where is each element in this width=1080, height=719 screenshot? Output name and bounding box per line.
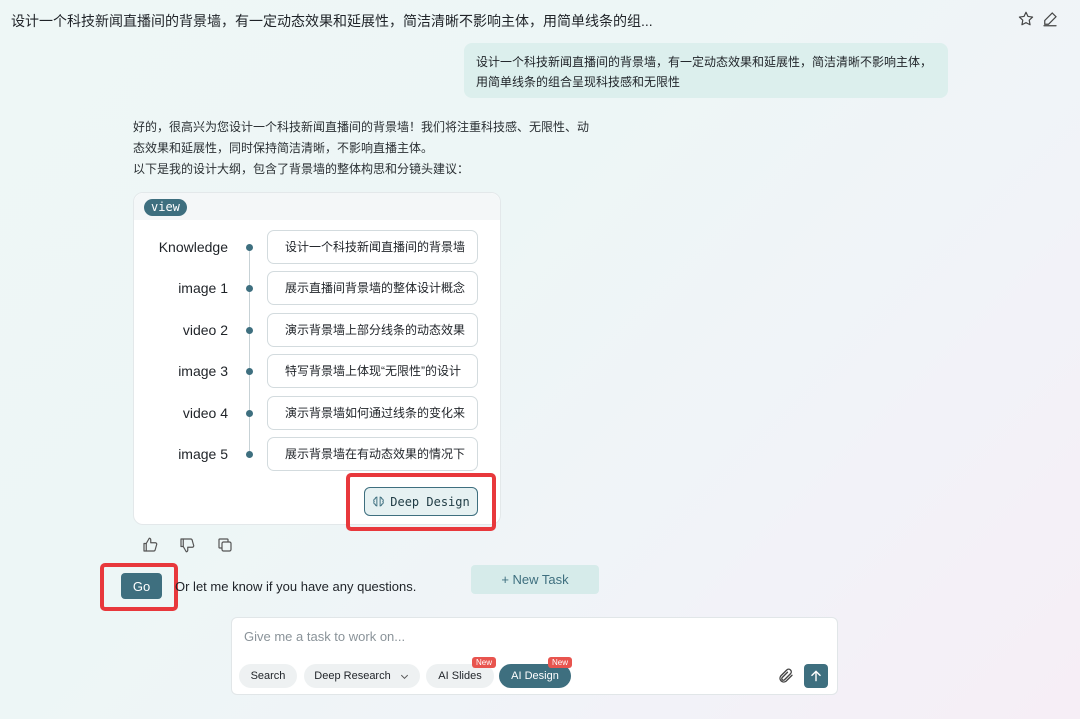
assistant-message-line: 好的，很高兴为您设计一个科技新闻直播间的背景墙！我们将注重科技感、无限性、动 (133, 120, 590, 134)
thumbs-down-icon[interactable] (178, 536, 196, 554)
star-icon[interactable] (1017, 10, 1035, 28)
ai-slides-tool-button[interactable]: AI Slides New (426, 657, 497, 688)
outline-row-video-2: video 2 演示背景墙上部分线条的动态效果 (134, 313, 500, 347)
outline-row-image-3: image 3 特写背景墙上体现“无限性”的设计 (134, 354, 500, 388)
thumbs-up-icon[interactable] (141, 536, 159, 554)
assistant-message: 好的，很高兴为您设计一个科技新闻直播间的背景墙！我们将注重科技感、无限性、动 态… (133, 117, 603, 180)
outline-row-knowledge: Knowledge 设计一个科技新闻直播间的背景墙 (134, 230, 500, 264)
outline-row-image-5: image 5 展示背景墙在有动态效果的情况下 (134, 437, 500, 471)
search-tool-button[interactable]: Search (239, 664, 297, 688)
ai-design-tool-button[interactable]: AI Design New (499, 657, 573, 688)
timeline-dot (246, 368, 253, 375)
user-message-line: 设计一个科技新闻直播间的背景墙，有一定动态效果和延展性，简洁清晰不影响主体， (476, 55, 933, 69)
search-tool-label: Search (250, 670, 286, 682)
outline-row-label: image 5 (178, 446, 228, 462)
outline-row-text[interactable]: 特写背景墙上体现“无限性”的设计 (267, 354, 478, 388)
go-button[interactable]: Go (121, 573, 162, 599)
ai-design-tool-label: AI Design (511, 670, 559, 682)
edit-icon[interactable] (1041, 10, 1059, 28)
send-button[interactable] (804, 664, 828, 688)
outline-row-text[interactable]: 展示直播间背景墙的整体设计概念 (267, 271, 478, 305)
assistant-message-line: 以下是我的设计大纲，包含了背景墙的整体构思和分镜头建议： (133, 162, 470, 176)
new-task-button[interactable]: + New Task (471, 565, 599, 594)
outline-row-text[interactable]: 演示背景墙上部分线条的动态效果 (267, 313, 478, 347)
timeline-dot (246, 451, 253, 458)
chevron-down-icon[interactable] (399, 671, 410, 682)
view-card-header: view (134, 193, 500, 220)
outline-row-label: video 2 (182, 322, 228, 338)
outline-row-text[interactable]: 展示背景墙在有动态效果的情况下 (267, 437, 478, 471)
new-badge: New (548, 657, 573, 668)
top-bar: 设计一个科技新闻直播间的背景墙，有一定动态效果和延展性，简洁清晰不影响主体，用简… (0, 0, 1080, 38)
user-message-line: 用简单线条的组合呈现科技感和无限性 (476, 75, 681, 89)
outline-row-image-1: image 1 展示直播间背景墙的整体设计概念 (134, 271, 500, 305)
timeline-dot (246, 244, 253, 251)
view-outline-card: view Knowledge 设计一个科技新闻直播间的背景墙 image 1 展… (133, 192, 501, 525)
outline-row-label: Knowledge (158, 239, 228, 255)
timeline-dot (246, 327, 253, 334)
outline-row-label: image 3 (178, 363, 228, 379)
ai-slides-tool-label: AI Slides (438, 670, 482, 682)
task-input[interactable] (244, 626, 804, 646)
go-hint-text: Or let me know if you have any questions… (175, 579, 417, 594)
outline-row-video-4: video 4 演示背景墙如何通过线条的变化来 (134, 396, 500, 430)
view-tag: view (144, 199, 187, 216)
deep-research-tool-label: Deep Research (314, 670, 391, 682)
arrow-up-icon (811, 670, 821, 682)
deep-research-tool-button[interactable]: Deep Research (304, 664, 420, 688)
timeline-dot (246, 410, 253, 417)
outline-row-label: image 1 (178, 280, 228, 296)
task-composer: Search Deep Research AI Slides New AI De… (231, 617, 838, 695)
deep-design-button[interactable]: Deep Design (364, 487, 478, 516)
outline-row-label: video 4 (182, 405, 228, 421)
new-badge: New (472, 657, 497, 668)
assistant-message-line: 态效果和延展性，同时保持简洁清晰，不影响直播主体。 (133, 141, 434, 155)
outline-row-text[interactable]: 演示背景墙如何通过线条的变化来 (267, 396, 478, 430)
copy-icon[interactable] (216, 536, 234, 554)
outline-row-text[interactable]: 设计一个科技新闻直播间的背景墙 (267, 230, 478, 264)
paperclip-icon[interactable] (777, 667, 795, 685)
conversation-title: 设计一个科技新闻直播间的背景墙，有一定动态效果和延展性，简洁清晰不影响主体，用简… (11, 13, 653, 29)
deep-design-label: Deep Design (390, 494, 470, 509)
brain-icon (373, 496, 384, 507)
timeline-dot (246, 285, 253, 292)
user-message-bubble: 设计一个科技新闻直播间的背景墙，有一定动态效果和延展性，简洁清晰不影响主体， 用… (464, 43, 948, 98)
